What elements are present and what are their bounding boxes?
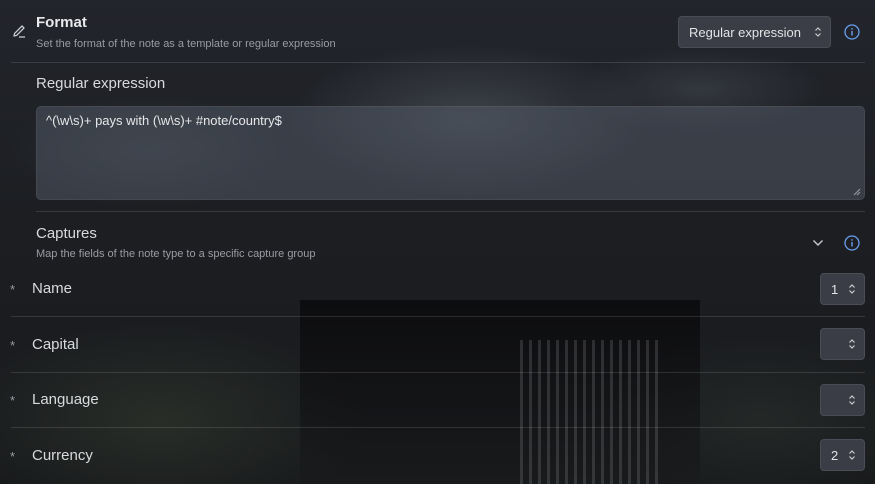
required-marker: *: [10, 393, 16, 408]
divider: [36, 211, 865, 212]
divider: [11, 372, 865, 373]
info-icon[interactable]: [844, 235, 860, 251]
edit-icon: [13, 25, 25, 38]
field-label-name: Name: [32, 280, 73, 297]
format-description: Set the format of the note as a template…: [36, 38, 336, 50]
captures-title: Captures: [36, 225, 97, 242]
updown-chevron-icon: [815, 27, 821, 37]
info-icon[interactable]: [844, 24, 860, 40]
updown-chevron-icon: [849, 284, 855, 294]
capture-select-capital[interactable]: [820, 328, 865, 360]
capture-select-name[interactable]: 1: [820, 273, 865, 305]
required-marker: *: [10, 449, 16, 464]
field-label-capital: Capital: [32, 336, 79, 353]
regex-value: ^(\w\s)+ pays with (\w\s)+ #note/country…: [46, 113, 282, 128]
regex-label: Regular expression: [36, 75, 166, 92]
captures-description: Map the fields of the note type to a spe…: [36, 248, 316, 260]
format-select[interactable]: Regular expression: [678, 16, 831, 48]
field-label-language: Language: [32, 391, 99, 408]
capture-select-value: 2: [831, 447, 839, 463]
updown-chevron-icon: [849, 450, 855, 460]
updown-chevron-icon: [849, 395, 855, 405]
divider: [11, 427, 865, 428]
format-title: Format: [36, 14, 87, 31]
divider: [11, 62, 865, 63]
capture-select-currency[interactable]: 2: [820, 439, 865, 471]
field-label-currency: Currency: [32, 447, 93, 464]
required-marker: *: [10, 338, 16, 353]
format-select-value: Regular expression: [689, 24, 802, 40]
updown-chevron-icon: [849, 339, 855, 349]
divider: [11, 316, 865, 317]
capture-select-value: 1: [831, 281, 839, 297]
resize-grip-icon[interactable]: [852, 187, 861, 196]
capture-select-language[interactable]: [820, 384, 865, 416]
chevron-down-icon[interactable]: [811, 237, 825, 249]
required-marker: *: [10, 282, 16, 297]
regex-textarea[interactable]: ^(\w\s)+ pays with (\w\s)+ #note/country…: [36, 106, 865, 200]
